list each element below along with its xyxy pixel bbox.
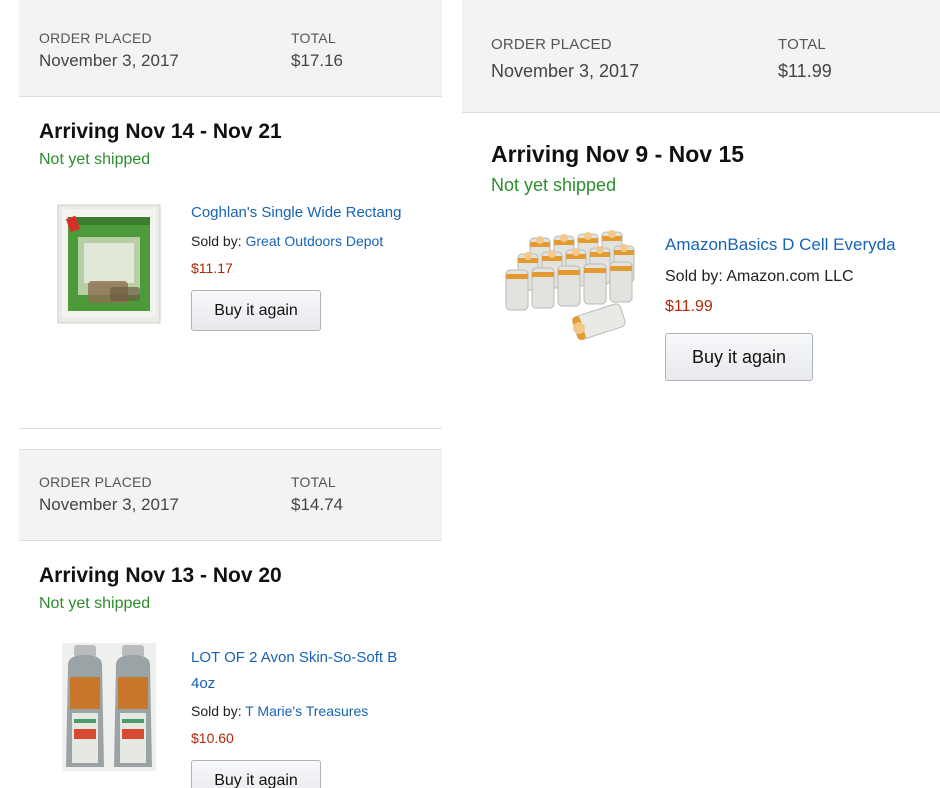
product-price: $11.99 (665, 298, 713, 315)
product-title-line: LOT OF 2 Avon Skin-So-Soft B (191, 649, 398, 666)
product-price: $11.17 (191, 260, 233, 276)
order-card: ORDER PLACED November 3, 2017 TOTAL $14.… (19, 449, 442, 788)
product-image[interactable] (498, 228, 640, 341)
d-cell-batteries-icon (505, 230, 635, 341)
order-header: ORDER PLACED November 3, 2017 TOTAL $11.… (462, 0, 940, 113)
seller-link[interactable]: T Marie's Treasures (245, 703, 368, 719)
seller-link[interactable]: Great Outdoors Depot (245, 233, 383, 249)
order-total-block: TOTAL $17.16 (291, 30, 343, 71)
shipping-status: Not yet shipped (491, 175, 617, 195)
seller-name: Amazon.com LLC (726, 268, 854, 285)
shipping-status: Not yet shipped (39, 151, 151, 168)
order-date: November 3, 2017 (39, 51, 179, 70)
order-placed-block: ORDER PLACED November 3, 2017 (39, 474, 179, 515)
product-title-link[interactable]: LOT OF 2 Avon Skin-So-Soft B 4oz (191, 645, 397, 697)
order-header: ORDER PLACED November 3, 2017 TOTAL $14.… (19, 449, 442, 541)
order-date: November 3, 2017 (491, 61, 640, 81)
sold-by: Sold by: Great Outdoors Depot (191, 233, 383, 249)
arrival-window: Arriving Nov 13 - Nov 20 (39, 564, 282, 587)
product-price: $10.60 (191, 730, 234, 746)
total-label: TOTAL (778, 36, 826, 53)
product-title-line: 4oz (191, 675, 216, 692)
shipping-status: Not yet shipped (39, 595, 151, 612)
sold-by-label: Sold by: (665, 268, 723, 285)
arrival-window: Arriving Nov 9 - Nov 15 (491, 141, 745, 167)
order-placed-block: ORDER PLACED November 3, 2017 (491, 36, 639, 82)
product-image[interactable] (62, 643, 156, 771)
sold-by: Sold by: Amazon.com LLC (665, 268, 854, 286)
order-total-block: TOTAL $11.99 (778, 36, 832, 82)
order-placed-label: ORDER PLACED (39, 30, 152, 46)
order-total: $11.99 (778, 61, 832, 81)
total-label: TOTAL (291, 30, 336, 46)
buy-again-button[interactable]: Buy it again (665, 333, 813, 381)
total-label: TOTAL (291, 474, 336, 490)
order-date: November 3, 2017 (39, 495, 179, 514)
order-placed-block: ORDER PLACED November 3, 2017 (39, 30, 179, 71)
mosquito-net-package-icon (57, 204, 161, 324)
order-placed-label: ORDER PLACED (491, 36, 612, 53)
product-title-link[interactable]: AmazonBasics D Cell Everyda (665, 232, 896, 258)
order-header: ORDER PLACED November 3, 2017 TOTAL $17.… (19, 0, 442, 97)
order-total: $17.16 (291, 51, 343, 70)
two-lotion-bottles-icon (62, 643, 156, 771)
sold-by-label: Sold by: (191, 703, 242, 719)
buy-again-button[interactable]: Buy it again (191, 760, 321, 788)
order-total-block: TOTAL $14.74 (291, 474, 343, 515)
product-title-link[interactable]: Coghlan's Single Wide Rectang (191, 200, 401, 226)
sold-by-label: Sold by: (191, 233, 242, 249)
product-image[interactable] (54, 203, 164, 325)
buy-again-button[interactable]: Buy it again (191, 290, 321, 331)
order-card: ORDER PLACED November 3, 2017 TOTAL $11.… (462, 0, 940, 420)
order-placed-label: ORDER PLACED (39, 474, 152, 490)
order-total: $14.74 (291, 495, 343, 514)
arrival-window: Arriving Nov 14 - Nov 21 (39, 120, 282, 143)
order-card: ORDER PLACED November 3, 2017 TOTAL $17.… (19, 0, 442, 429)
sold-by: Sold by: T Marie's Treasures (191, 703, 368, 719)
